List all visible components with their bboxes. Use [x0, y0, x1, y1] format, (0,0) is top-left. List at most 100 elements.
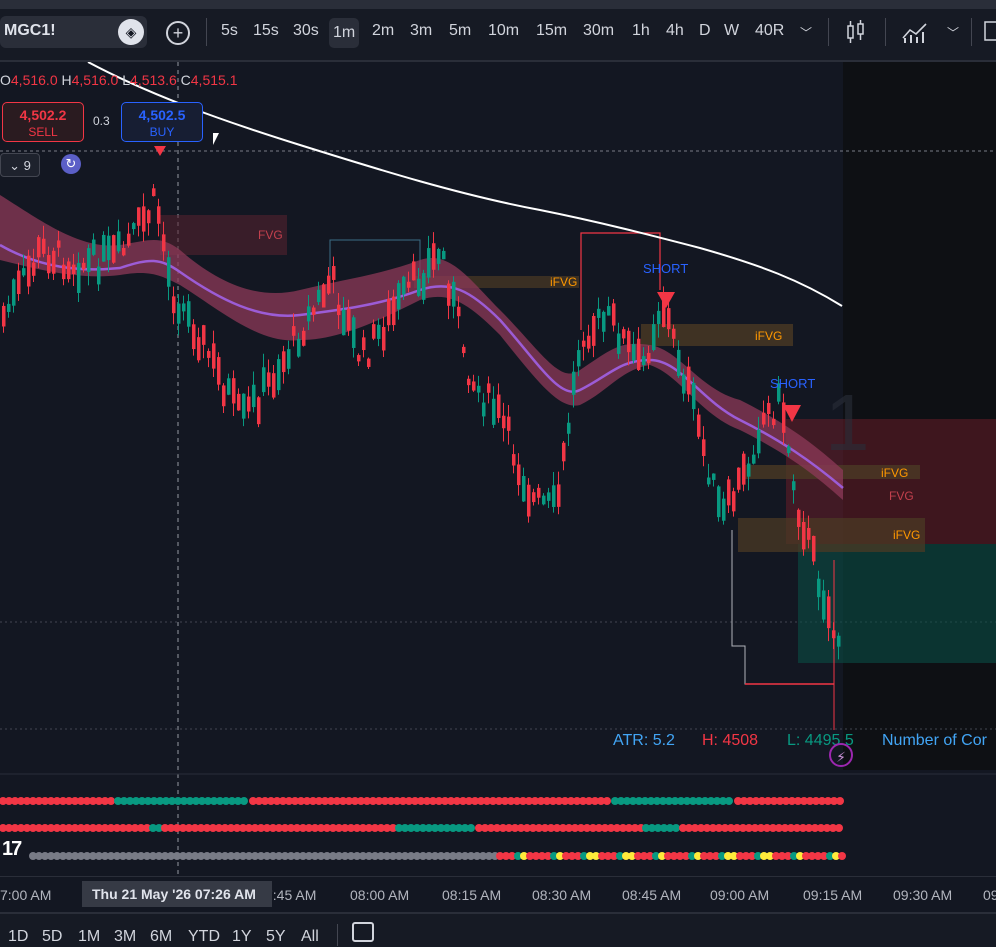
- time-label: 09:30 AM: [893, 887, 953, 903]
- interval-1m[interactable]: 1m: [329, 18, 360, 48]
- interval-5m[interactable]: 5m: [449, 22, 471, 40]
- candle-body: [47, 255, 51, 274]
- candle-body: [642, 356, 646, 366]
- candle-body: [247, 396, 251, 412]
- range-1m[interactable]: 1M: [78, 928, 100, 946]
- candle-body: [227, 378, 231, 395]
- candles-icon[interactable]: [846, 20, 866, 44]
- candle-body: [752, 454, 756, 464]
- symbol-name[interactable]: MGC1!: [4, 22, 56, 40]
- candle-body: [207, 350, 211, 358]
- signal-dot: [107, 797, 115, 805]
- candle-body: [462, 346, 466, 354]
- candle-body: [742, 453, 746, 485]
- short-marker-icon: [657, 292, 675, 308]
- candle-body: [552, 485, 556, 507]
- contracts-stat: Number of Cor: [882, 732, 987, 749]
- interval-10m[interactable]: 10m: [488, 22, 519, 40]
- candle-body: [667, 308, 671, 330]
- candle-body: [32, 262, 36, 276]
- candle-body: [197, 337, 201, 361]
- candle-body: [92, 239, 96, 255]
- sell-button[interactable]: 4,502.2 SELL: [2, 102, 84, 142]
- candle-body: [607, 306, 611, 316]
- range-1y[interactable]: 1Y: [232, 928, 252, 946]
- candle-body: [757, 429, 761, 454]
- add-symbol-icon[interactable]: +: [166, 21, 190, 45]
- candle-body: [172, 296, 176, 314]
- time-label: 08:00 AM: [350, 887, 410, 903]
- crosshair-time-label: Thu 21 May '26 07:26 AM: [82, 881, 272, 907]
- time-axis[interactable]: 7:00 AM 7:45 AM 08:00 AM 08:15 AM 08:30 …: [0, 876, 996, 911]
- interval-30m[interactable]: 30m: [583, 22, 614, 40]
- calendar-icon[interactable]: [352, 922, 374, 942]
- candle-body: [837, 635, 841, 647]
- candle-body: [342, 309, 346, 336]
- lightning-icon[interactable]: ⚡: [829, 743, 853, 767]
- candle-body: [557, 484, 561, 507]
- candle-body: [672, 328, 676, 339]
- indicators-icon[interactable]: [902, 20, 928, 44]
- interval-4h[interactable]: 4h: [666, 22, 684, 40]
- candle-body: [582, 340, 586, 347]
- indicators-collapse-button[interactable]: ⌄ 9: [0, 153, 40, 177]
- candle-body: [617, 333, 621, 354]
- chevron-down-icon[interactable]: ﹀: [800, 24, 812, 41]
- high-value: 4,516.0: [71, 72, 119, 88]
- buy-label: BUY: [149, 125, 175, 139]
- time-label: 09:15 AM: [803, 887, 863, 903]
- layout-icon[interactable]: [984, 20, 996, 44]
- ifvg-label: iFVG: [893, 528, 920, 542]
- candle-body: [67, 261, 71, 280]
- candle-body: [182, 303, 186, 312]
- chevron-down-icon[interactable]: ﹀: [947, 24, 959, 41]
- mouse-cursor-icon: [213, 133, 225, 145]
- candle-body: [2, 305, 6, 327]
- candle-body: [217, 357, 221, 385]
- candle-body: [372, 324, 376, 339]
- range-1d[interactable]: 1D: [8, 928, 28, 946]
- time-label: 09:00 AM: [710, 887, 770, 903]
- candle-body: [527, 484, 531, 517]
- interval-1h[interactable]: 1h: [632, 22, 650, 40]
- open-label: O: [0, 72, 11, 88]
- symbol-search-icon[interactable]: ◈: [118, 19, 144, 45]
- ifvg-label: iFVG: [550, 275, 577, 289]
- interval-2m[interactable]: 2m: [372, 22, 394, 40]
- range-5d[interactable]: 5D: [42, 928, 62, 946]
- buy-button[interactable]: 4,502.5 BUY: [121, 102, 203, 142]
- candle-body: [567, 422, 571, 434]
- candle-body: [27, 255, 31, 287]
- candle-body: [142, 206, 146, 232]
- interval-5s[interactable]: 5s: [221, 22, 238, 40]
- interval-40r[interactable]: 40R: [755, 22, 784, 40]
- range-ytd[interactable]: YTD: [188, 928, 220, 946]
- interval-w[interactable]: W: [724, 22, 739, 40]
- candle-body: [277, 359, 281, 391]
- range-all[interactable]: All: [301, 928, 319, 946]
- close-label: C: [180, 72, 191, 88]
- range-5y[interactable]: 5Y: [266, 928, 286, 946]
- candle-body: [337, 304, 341, 316]
- candle-body: [37, 237, 41, 258]
- candle-body: [677, 349, 681, 376]
- interval-15s[interactable]: 15s: [253, 22, 279, 40]
- interval-d[interactable]: D: [699, 22, 711, 40]
- candle-body: [717, 486, 721, 518]
- top-toolbar: MGC1! ◈ + 5s 15s 30s 1m 2m 3m 5m 10m 15m…: [0, 0, 996, 62]
- candle-body: [737, 467, 741, 490]
- toolbar-divider: [885, 18, 886, 46]
- candle-body: [62, 264, 66, 280]
- candle-body: [562, 442, 566, 462]
- interval-30s[interactable]: 30s: [293, 22, 319, 40]
- interval-15m[interactable]: 15m: [536, 22, 567, 40]
- range-6m[interactable]: 6M: [150, 928, 172, 946]
- sync-icon[interactable]: ↻: [61, 154, 81, 174]
- signal-dot: [838, 852, 846, 860]
- range-3m[interactable]: 3M: [114, 928, 136, 946]
- ifvg-label: iFVG: [881, 466, 908, 480]
- candle-body: [502, 415, 506, 429]
- interval-3m[interactable]: 3m: [410, 22, 432, 40]
- candle-body: [107, 235, 111, 261]
- toolbar-divider: [971, 18, 972, 46]
